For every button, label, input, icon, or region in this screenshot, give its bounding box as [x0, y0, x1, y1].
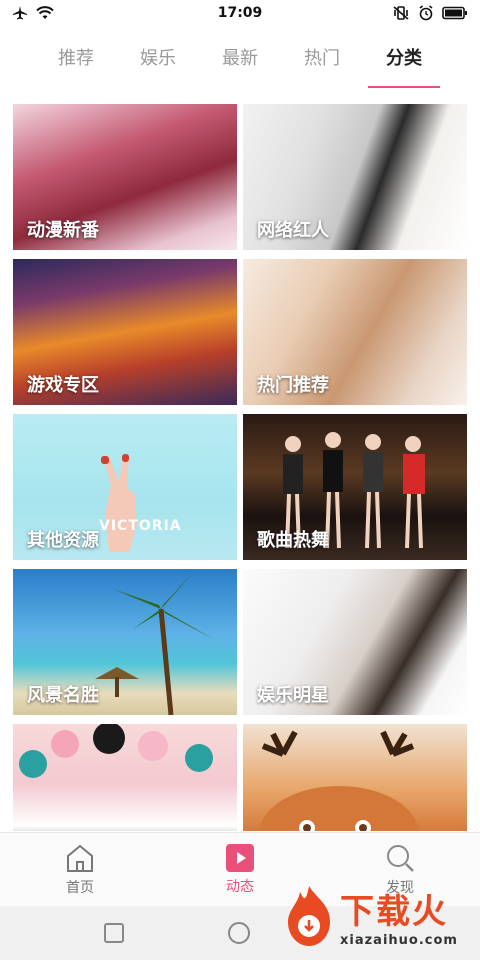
balloons-figure — [19, 724, 213, 778]
search-icon — [385, 843, 415, 873]
category-card-scenery[interactable]: 风景名胜 — [13, 569, 237, 715]
battery-icon — [442, 6, 468, 20]
category-card-pets[interactable] — [243, 724, 467, 831]
airplane-icon — [12, 5, 28, 21]
vibrate-icon — [392, 5, 410, 21]
category-card-influencer[interactable]: 网络红人 — [243, 104, 467, 250]
top-tabs: 推荐 娱乐 最新 热门 分类 — [0, 36, 480, 88]
status-bar: 17:09 — [0, 0, 480, 26]
status-right — [392, 5, 468, 21]
category-card-hot-recommend[interactable]: 热门推荐 — [243, 259, 467, 405]
nav-home[interactable]: 首页 — [0, 833, 160, 906]
victoria-text: VICTORIA — [99, 518, 182, 534]
play-icon — [226, 843, 254, 872]
category-card-celebrity[interactable]: 娱乐明星 — [243, 569, 467, 715]
category-card-other[interactable]: VICTORIA 其他资源 — [13, 414, 237, 560]
category-label: 游戏专区 — [27, 375, 99, 396]
category-card-games[interactable]: 游戏专区 — [13, 259, 237, 405]
recent-apps-button[interactable] — [104, 923, 124, 943]
tab-recommend[interactable]: 推荐 — [48, 36, 104, 88]
category-label: 动漫新番 — [27, 220, 99, 241]
tab-category[interactable]: 分类 — [368, 36, 440, 88]
watermark-cn: 下载火 — [340, 892, 448, 932]
hand-sign-icon — [101, 454, 137, 552]
category-card-anime[interactable]: 动漫新番 — [13, 104, 237, 250]
category-label: 其他资源 — [27, 530, 99, 551]
watermark-text: 下载火 xiazaihuo.com — [340, 884, 458, 948]
home-button[interactable] — [228, 922, 250, 944]
tab-entertainment[interactable]: 娱乐 — [130, 36, 186, 88]
alarm-icon — [418, 5, 434, 21]
tab-latest[interactable]: 最新 — [212, 36, 268, 88]
status-left — [12, 5, 54, 21]
category-card-group[interactable] — [13, 724, 237, 831]
category-grid: 动漫新番 网络红人 游戏专区 热门推荐 VICTORIA 其他资源 歌曲热舞 风… — [13, 104, 467, 831]
active-tab-underline — [368, 86, 440, 88]
nav-feed-label: 动态 — [226, 878, 254, 895]
status-time: 17:09 — [217, 5, 263, 21]
category-label: 网络红人 — [257, 220, 329, 241]
tab-hot[interactable]: 热门 — [294, 36, 350, 88]
category-card-dance[interactable]: 歌曲热舞 — [243, 414, 467, 560]
wifi-icon — [36, 5, 54, 21]
watermark-en: xiazaihuo.com — [340, 933, 458, 948]
flame-logo-icon — [284, 884, 334, 948]
category-label: 歌曲热舞 — [257, 530, 329, 551]
cat-with-antlers-figure — [259, 730, 419, 831]
category-label: 热门推荐 — [257, 375, 329, 396]
watermark: 下载火 xiazaihuo.com — [284, 872, 480, 960]
category-label: 娱乐明星 — [257, 685, 329, 706]
nav-home-label: 首页 — [66, 879, 94, 896]
home-icon — [64, 843, 96, 873]
category-label: 风景名胜 — [27, 685, 99, 706]
